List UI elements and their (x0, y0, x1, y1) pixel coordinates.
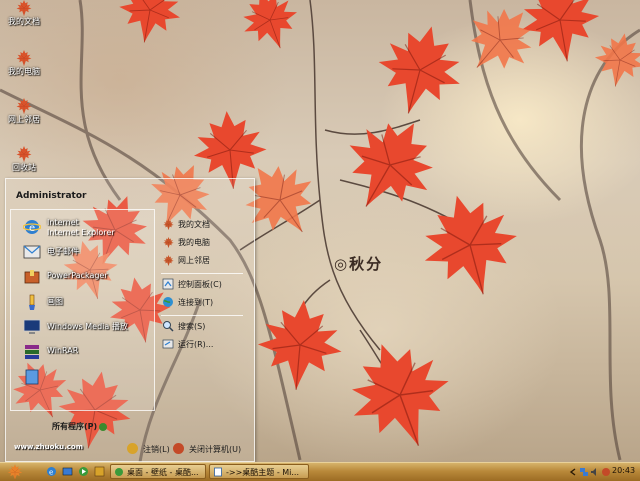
menu-item-label: 搜索(S) (178, 322, 206, 331)
logoff-icon (127, 443, 138, 454)
menu-item-label: 我的文档 (178, 220, 210, 229)
desktop-icon-recycle-bin[interactable]: 回收站 (2, 146, 46, 173)
desktop-icon-my-documents[interactable]: 我的文档 (2, 0, 46, 27)
start-menu-username: Administrator (16, 191, 87, 201)
program-label: Windows Media 播放 (47, 322, 128, 331)
menu-item-label: 控制面板(C) (178, 280, 222, 289)
menu-separator (161, 273, 243, 274)
browser-icon (115, 468, 123, 476)
program-label: 画图 (47, 297, 63, 306)
menu-item-label: 运行(R)... (178, 340, 214, 349)
tray-volume-icon[interactable] (590, 467, 600, 477)
quicklaunch-media-icon[interactable] (78, 466, 89, 477)
wallpaper-watermark: ◎秋分 (334, 255, 384, 273)
menu-item-label: 连接到(T) (178, 298, 214, 307)
maple-leaf-icon (16, 98, 32, 114)
tray-network-icon[interactable] (579, 467, 589, 477)
program-item[interactable] (17, 368, 152, 386)
maple-leaf-icon (16, 50, 32, 66)
start-menu-programs-pane: e Internet Internet Explorer 电子邮件 PowerP… (10, 209, 155, 411)
taskbar-task-desktop-wallpaper[interactable]: 桌面 - 壁纸 - 桌酷... (110, 464, 206, 479)
media-player-icon (23, 319, 41, 334)
program-label: 电子邮件 (47, 247, 79, 256)
website-watermark: www.zhuoku.com (14, 443, 84, 451)
run-icon (162, 339, 174, 349)
svg-text:e: e (29, 223, 35, 234)
power-icon (173, 443, 184, 454)
logoff-label: 注销(L) (143, 445, 170, 454)
maple-leaf-icon (16, 146, 32, 162)
all-programs-label: 所有程序(P) (52, 422, 98, 431)
menu-item-label: 网上邻居 (178, 256, 210, 265)
search-icon (163, 321, 174, 332)
taskbar: e 桌面 - 壁纸 - 桌酷... ->>桌酷主题 - Mi... 20:43 (0, 462, 640, 481)
clock: 20:43 (612, 466, 636, 475)
program-label: PowerPackager (47, 271, 108, 280)
desktop-icon-label: 回收站 (12, 163, 36, 172)
maple-leaf-icon (163, 255, 174, 266)
taskbar-task-theme[interactable]: ->>桌酷主题 - Mi... (209, 464, 309, 479)
desktop-icon-label: 我的电脑 (8, 67, 40, 76)
desktop-icon-label: 我的文档 (8, 17, 40, 26)
email-icon (23, 245, 41, 259)
shutdown-label: 关闭计算机(U) (189, 445, 242, 454)
tray-arrow-icon[interactable] (568, 467, 578, 477)
quicklaunch-ie-icon[interactable]: e (46, 466, 57, 477)
program-media-player[interactable]: Windows Media 播放 (17, 318, 152, 336)
menu-item-label: 我的电脑 (178, 238, 210, 247)
desktop-icon-label: 网上邻居 (8, 115, 40, 124)
tray-app-icon[interactable] (601, 467, 611, 477)
desktop-icon-network[interactable]: 网上邻居 (2, 98, 46, 125)
ie-icon: e (23, 220, 41, 234)
program-email[interactable]: 电子邮件 (17, 243, 152, 261)
globe-icon (163, 297, 173, 307)
program-internet-explorer[interactable]: e Internet Internet Explorer (17, 218, 152, 237)
start-button[interactable] (4, 464, 26, 480)
program-icon (25, 369, 39, 385)
program-sublabel: Internet Explorer (47, 228, 115, 237)
program-label: WinRAR (47, 346, 79, 355)
winrar-icon (25, 345, 39, 359)
maple-leaf-icon (16, 0, 32, 16)
desktop-icon-my-computer[interactable]: 我的电脑 (2, 50, 46, 77)
menu-separator (161, 315, 243, 316)
quicklaunch-show-desktop-icon[interactable] (62, 466, 73, 477)
arrow-right-icon (99, 422, 108, 431)
maple-leaf-icon (163, 219, 174, 230)
svg-text:e: e (49, 469, 53, 477)
maple-leaf-icon (163, 237, 174, 248)
all-programs-button[interactable]: 所有程序(P) (52, 421, 108, 432)
desktop[interactable]: ◎秋分 我的文档 我的电脑 网上邻居 回收站 Administrator e I… (0, 0, 640, 462)
task-label: ->>桌酷主题 - Mi... (226, 468, 300, 477)
task-label: 桌面 - 壁纸 - 桌酷... (127, 468, 199, 477)
paint-icon (29, 294, 35, 310)
package-icon (24, 270, 40, 284)
quicklaunch-app-icon[interactable] (94, 466, 105, 477)
document-icon (214, 467, 222, 477)
program-powerpackager[interactable]: PowerPackager (17, 268, 152, 286)
program-winrar[interactable]: WinRAR (17, 343, 152, 361)
start-menu: Administrator e Internet Internet Explor… (5, 178, 255, 462)
control-panel-icon (162, 278, 174, 290)
program-label: Internet (47, 218, 79, 227)
program-paint[interactable]: 画图 (17, 293, 152, 311)
